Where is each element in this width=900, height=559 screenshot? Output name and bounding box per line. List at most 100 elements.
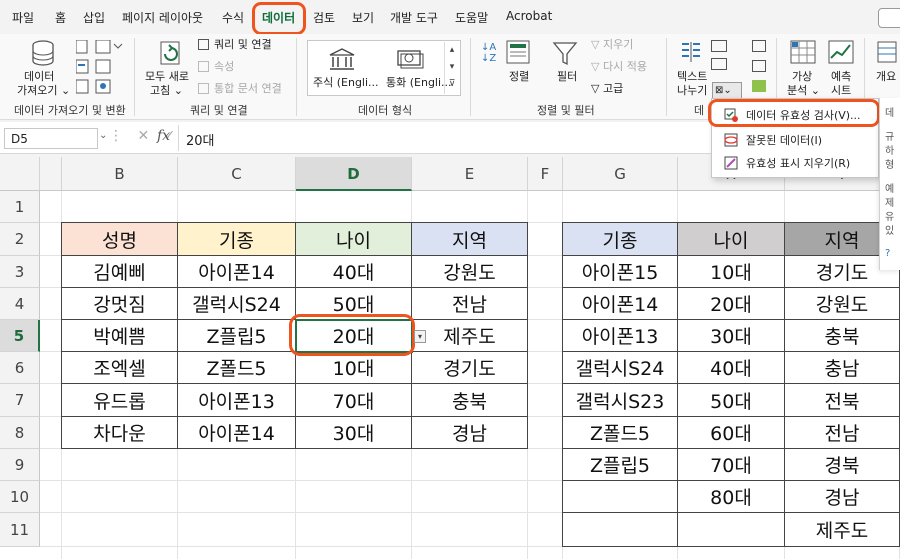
- table2-cell[interactable]: 경북: [785, 449, 900, 481]
- col-header-g[interactable]: G: [563, 157, 678, 191]
- table1-cell[interactable]: 40대: [296, 256, 412, 288]
- data-tools-icons-2[interactable]: [752, 40, 768, 96]
- queries-connections-button[interactable]: 쿼리 및 연결: [214, 38, 272, 52]
- table2-cell[interactable]: 30대: [678, 320, 785, 352]
- table1-cell[interactable]: 강멋짐: [62, 288, 178, 320]
- edit-links-button[interactable]: 통합 문서 연결: [214, 82, 282, 96]
- table2-cell[interactable]: 갤럭시S24: [563, 352, 678, 384]
- row-header-2[interactable]: 2: [0, 223, 40, 256]
- sort-button[interactable]: 정렬: [509, 70, 529, 84]
- col-header-b[interactable]: B: [62, 157, 178, 191]
- table2-cell[interactable]: 60대: [678, 417, 785, 449]
- table1-header[interactable]: 지역: [412, 223, 528, 256]
- table1-header[interactable]: 성명: [62, 223, 178, 256]
- tab-formulas[interactable]: 수식: [222, 9, 244, 26]
- get-data-button[interactable]: 데이터: [24, 70, 54, 84]
- table2-cell[interactable]: 아이폰15: [563, 256, 678, 288]
- function-icon[interactable]: fx: [157, 128, 170, 144]
- table1-cell[interactable]: 박예쁨: [62, 320, 178, 352]
- table1-header[interactable]: 기종: [178, 223, 296, 256]
- table1-cell[interactable]: 제주도: [412, 320, 528, 352]
- table1-cell[interactable]: 차다운: [62, 417, 178, 449]
- table1-cell[interactable]: 아이폰14: [178, 256, 296, 288]
- clear-filter-button[interactable]: ▽ 지우기: [591, 38, 633, 52]
- refresh-all-button[interactable]: 모두 새로: [145, 70, 189, 84]
- reapply-button[interactable]: ▽ 다시 적용: [591, 60, 647, 74]
- table1-cell[interactable]: 갤럭시S24: [178, 288, 296, 320]
- table2-cell[interactable]: 20대: [678, 288, 785, 320]
- formula-input[interactable]: 20대: [186, 130, 215, 149]
- source-icons[interactable]: [76, 40, 126, 94]
- table1-cell[interactable]: Z폴드5: [178, 352, 296, 384]
- col-header-c[interactable]: C: [178, 157, 296, 191]
- text-to-columns-button[interactable]: 텍스트: [677, 70, 707, 84]
- col-header-e[interactable]: E: [412, 157, 528, 191]
- tab-file[interactable]: 파일: [12, 9, 34, 26]
- table1-cell[interactable]: 10대: [296, 352, 412, 384]
- table2-cell[interactable]: 아이폰14: [563, 288, 678, 320]
- table2-cell[interactable]: [563, 481, 678, 513]
- table1-cell[interactable]: 김예삐: [62, 256, 178, 288]
- menu-item-clear-circles[interactable]: 유효성 표시 지우기(R): [712, 152, 878, 174]
- sort-az-icon[interactable]: ↓A ↓Z: [481, 42, 496, 64]
- table1-header[interactable]: 나이: [296, 223, 412, 256]
- table2-cell[interactable]: 제주도: [785, 513, 900, 547]
- table1-cell[interactable]: 강원도: [412, 256, 528, 288]
- table1-cell[interactable]: 경남: [412, 417, 528, 449]
- get-data-label[interactable]: 가져오기 ⌄: [17, 84, 70, 98]
- row-header-6[interactable]: 6: [0, 352, 40, 384]
- table2-cell[interactable]: 40대: [678, 352, 785, 384]
- advanced-button[interactable]: ▽ 고급: [591, 82, 623, 96]
- forecast-label2[interactable]: 시트: [831, 84, 851, 98]
- tab-home[interactable]: 홈: [55, 9, 66, 26]
- row-header-7[interactable]: 7: [0, 384, 40, 417]
- tab-insert[interactable]: 삽입: [83, 9, 105, 26]
- text-to-columns-label2[interactable]: 나누기: [677, 84, 707, 98]
- properties-button[interactable]: 속성: [214, 60, 234, 74]
- tab-page-layout[interactable]: 페이지 레이아웃: [122, 9, 203, 26]
- table2-cell[interactable]: 전남: [785, 417, 900, 449]
- table2-cell[interactable]: 50대: [678, 384, 785, 417]
- table1-cell[interactable]: 경기도: [412, 352, 528, 384]
- table2-cell[interactable]: [563, 513, 678, 547]
- table1-cell[interactable]: 아이폰13: [178, 384, 296, 417]
- currencies-button[interactable]: 통화 (Engli...: [386, 76, 452, 90]
- name-box-dropdown-icon[interactable]: ⌄: [99, 130, 107, 141]
- table2-cell[interactable]: 전북: [785, 384, 900, 417]
- row-header-8[interactable]: 8: [0, 417, 40, 449]
- table2-cell[interactable]: 갤럭시S23: [563, 384, 678, 417]
- table2-cell[interactable]: 경남: [785, 481, 900, 513]
- table2-cell[interactable]: [678, 513, 785, 547]
- table2-cell[interactable]: 강원도: [785, 288, 900, 320]
- col-header-d[interactable]: D: [296, 157, 412, 191]
- table2-cell[interactable]: Z폴드5: [563, 417, 678, 449]
- tab-view[interactable]: 보기: [352, 9, 374, 26]
- name-box[interactable]: D5: [4, 128, 98, 149]
- stocks-button[interactable]: 주식 (Engli...: [313, 76, 379, 90]
- what-if-button[interactable]: 가상: [792, 70, 812, 84]
- col-header-a[interactable]: [40, 157, 62, 191]
- gallery-scroll[interactable]: ▴ ▾ ⊽: [444, 42, 459, 94]
- row-header-5[interactable]: 5: [0, 320, 40, 352]
- table2-cell[interactable]: Z플립5: [563, 449, 678, 481]
- tab-help[interactable]: 도움말: [455, 9, 488, 26]
- tab-acrobat[interactable]: Acrobat: [506, 9, 552, 23]
- row-header-9[interactable]: 9: [0, 449, 40, 481]
- table2-header[interactable]: 기종: [563, 223, 678, 256]
- comment-icon[interactable]: [878, 8, 900, 28]
- col-header-f[interactable]: F: [528, 157, 563, 191]
- table1-cell[interactable]: 유드롭: [62, 384, 178, 417]
- tab-developer[interactable]: 개발 도구: [390, 9, 438, 26]
- table1-cell[interactable]: 아이폰14: [178, 417, 296, 449]
- table2-cell[interactable]: 70대: [678, 449, 785, 481]
- table1-cell[interactable]: Z플립5: [178, 320, 296, 352]
- row-header-11[interactable]: 11: [0, 513, 40, 547]
- row-header-1[interactable]: 1: [0, 191, 40, 223]
- tab-review[interactable]: 검토: [313, 9, 335, 26]
- table2-cell[interactable]: 80대: [678, 481, 785, 513]
- refresh-all-label2[interactable]: 고침 ⌄: [150, 84, 183, 98]
- row-header-10[interactable]: 10: [0, 481, 40, 513]
- row-header-3[interactable]: 3: [0, 256, 40, 288]
- table2-cell[interactable]: 충북: [785, 320, 900, 352]
- filter-button[interactable]: 필터: [557, 70, 577, 84]
